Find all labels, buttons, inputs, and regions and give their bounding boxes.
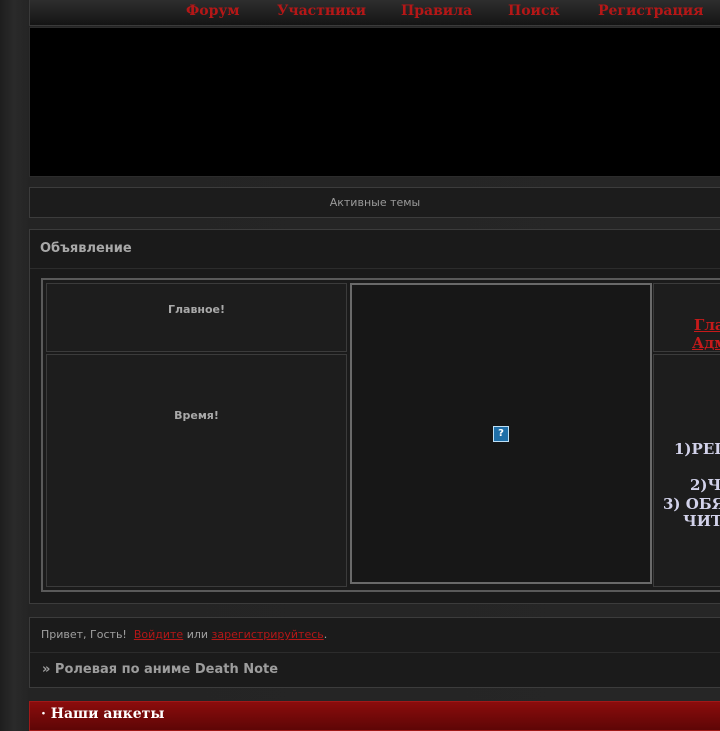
rules-cell: 1)РЕГ 2)Ч 3) ОБЯ ЧИТ	[653, 354, 720, 587]
nav-forum[interactable]: Форум	[186, 3, 240, 19]
greeting-or: или	[186, 628, 209, 641]
main-link[interactable]: Гла	[694, 316, 720, 334]
rule-2: 2)Ч	[690, 476, 720, 494]
main-cell: Главное!	[46, 283, 347, 352]
broken-image-icon: ?	[493, 426, 509, 442]
time-cell: Время!	[46, 354, 347, 587]
greeting-line: Привет, Гость! Войдите или зарегистрируй…	[41, 628, 327, 641]
breadcrumb[interactable]: » Ролевая по аниме Death Note	[42, 662, 278, 677]
rule-3-continued: ЧИТ	[683, 512, 720, 530]
header-banner	[29, 27, 720, 177]
announcement-title: Объявление	[40, 241, 132, 256]
greeting-suffix: .	[323, 628, 328, 641]
nav-rules[interactable]: Правила	[401, 3, 472, 19]
nav-register[interactable]: Регистрация	[598, 3, 704, 19]
divider	[30, 652, 720, 653]
active-topics-bar[interactable]: Активные темы	[29, 187, 720, 218]
greeting-text: Привет, Гость!	[41, 628, 127, 641]
links-cell: Гла Адм	[653, 283, 720, 352]
login-link[interactable]: Войдите	[134, 628, 183, 641]
nav-search[interactable]: Поиск	[508, 3, 560, 19]
register-link[interactable]: зарегистрируйтесь	[212, 628, 324, 641]
rule-1: 1)РЕГ	[674, 440, 720, 458]
category-header: · Наши анкеты	[29, 701, 720, 731]
nav-members[interactable]: Участники	[277, 3, 366, 19]
active-topics-link[interactable]: Активные темы	[30, 196, 720, 209]
main-label: Главное!	[167, 303, 226, 316]
announcement-block: Объявление Главное! Время! ? Гла Адм 1)Р…	[29, 229, 720, 604]
top-navigation: Форум Участники Правила Поиск Регистраци…	[29, 0, 720, 26]
time-label: Время!	[174, 409, 219, 422]
announcement-table: Главное! Время! ? Гла Адм 1)РЕГ 2)Ч 3) О…	[41, 278, 720, 592]
divider	[30, 268, 720, 269]
rule-3: 3) ОБЯ	[663, 495, 720, 513]
image-frame: ?	[350, 283, 652, 584]
guest-greeting-block: Привет, Гость! Войдите или зарегистрируй…	[29, 617, 720, 688]
admin-link[interactable]: Адм	[692, 334, 720, 352]
